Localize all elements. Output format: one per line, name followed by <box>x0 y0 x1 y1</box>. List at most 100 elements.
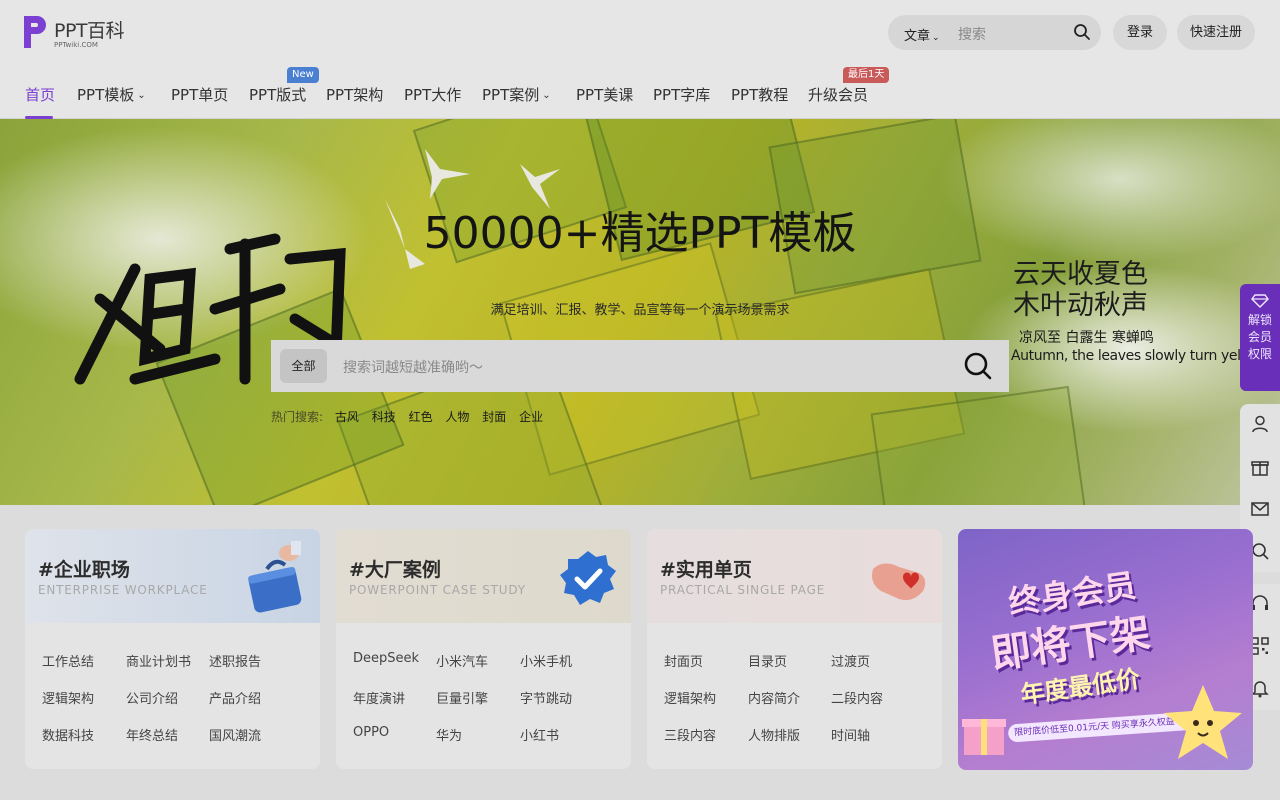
card-link[interactable]: 过渡页 <box>831 651 870 670</box>
card-subtitle: PRACTICAL SINGLE PAGE <box>660 583 826 597</box>
chevron-down-icon: ⌄ <box>542 90 551 101</box>
mail-icon[interactable] <box>1250 499 1270 519</box>
star-mascot-icon <box>1164 685 1242 759</box>
lifetime-vip-promo-banner[interactable]: 终身会员 即将下架 年度最低价 限时底价低至0.01元/天 购买享永久权益 <box>958 529 1253 770</box>
qrcode-icon[interactable] <box>1250 636 1270 656</box>
card-subtitle: POWERPOINT CASE STUDY <box>349 583 526 597</box>
card-link[interactable]: 国风潮流 <box>209 725 261 744</box>
card-title: #大厂案例 <box>349 559 441 581</box>
briefcase-icon <box>248 541 302 613</box>
category-card-cases: #大厂案例 POWERPOINT CASE STUDY DeepSeek 小米汽… <box>336 529 631 769</box>
hot-searches: 热门搜索: 古风 科技 红色 人物 封面 企业 <box>271 408 552 425</box>
nav-home[interactable]: 首页 <box>25 84 55 105</box>
nav-ppt-fonts[interactable]: PPT字库 <box>653 84 710 105</box>
card-link[interactable]: 商业计划书 <box>126 651 191 670</box>
card-link[interactable]: 年终总结 <box>126 725 178 744</box>
logo-mark-icon <box>24 16 46 48</box>
card-link[interactable]: OPPO <box>353 725 389 740</box>
card-link[interactable]: 工作总结 <box>42 651 94 670</box>
search-category-select[interactable]: 文章 ⌄ <box>904 25 940 44</box>
hero-search-bar: 全部 搜索词越短越准确哟～ <box>271 340 1009 392</box>
card-link[interactable]: 数据科技 <box>42 725 94 744</box>
unlock-vip-label: 解锁会员权限 <box>1248 313 1273 361</box>
card-link[interactable]: 内容简介 <box>748 688 800 707</box>
search-input[interactable]: 搜索 <box>958 24 986 44</box>
gift-box-icon <box>962 719 1006 755</box>
register-button[interactable]: 快速注册 <box>1177 15 1255 50</box>
hot-tag[interactable]: 红色 <box>409 410 433 424</box>
card-link[interactable]: 逻辑架构 <box>664 688 716 707</box>
logo-subtitle: PPTwiki.COM <box>54 41 98 49</box>
nav-ppt-courses[interactable]: PPT美课 <box>576 84 633 105</box>
site-header: PPT百科 PPTwiki.COM 文章 ⌄ 搜索 登录 快速注册 首页 PPT模… <box>0 0 1280 119</box>
poem-line: 云天收夏色 <box>1013 259 1148 290</box>
hot-tag[interactable]: 古风 <box>335 410 359 424</box>
bell-icon[interactable] <box>1250 678 1270 698</box>
hot-tag[interactable]: 人物 <box>445 410 469 424</box>
nav-ppt-single-page[interactable]: PPT单页 <box>171 84 228 105</box>
nav-ppt-layouts[interactable]: PPT版式 <box>249 84 306 105</box>
card-link[interactable]: 述职报告 <box>209 651 261 670</box>
headset-icon[interactable] <box>1250 594 1270 614</box>
card-link[interactable]: 巨量引擎 <box>436 688 488 707</box>
last-day-badge: 最后1天 <box>843 67 890 83</box>
hot-tag[interactable]: 封面 <box>482 410 506 424</box>
new-badge: New <box>287 67 319 83</box>
chevron-down-icon: ⌄ <box>932 33 940 43</box>
card-link[interactable]: DeepSeek <box>353 651 419 666</box>
card-link[interactable]: 华为 <box>436 725 462 744</box>
card-header[interactable]: #企业职场 ENTERPRISE WORKPLACE <box>25 529 320 623</box>
card-header[interactable]: #大厂案例 POWERPOINT CASE STUDY <box>336 529 631 623</box>
gift-icon[interactable] <box>1250 457 1270 477</box>
unlock-vip-button[interactable]: 解锁会员权限 <box>1240 284 1280 391</box>
card-link[interactable]: 公司介绍 <box>126 688 178 707</box>
search-icon[interactable] <box>1250 541 1270 561</box>
nav-upgrade-vip[interactable]: 升级会员 <box>808 84 868 105</box>
card-subtitle: ENTERPRISE WORKPLACE <box>38 583 208 597</box>
card-link[interactable]: 小红书 <box>520 725 559 744</box>
card-link[interactable]: 二段内容 <box>831 688 883 707</box>
nav-ppt-masterpieces[interactable]: PPT大作 <box>404 84 461 105</box>
card-link[interactable]: 封面页 <box>664 651 703 670</box>
hero-search-input[interactable]: 搜索词越短越准确哟～ <box>343 357 483 377</box>
nav-ppt-cases[interactable]: PPT案例 ⌄ <box>482 84 551 105</box>
logo[interactable]: PPT百科 PPTwiki.COM <box>24 14 134 54</box>
card-link[interactable]: 字节跳动 <box>520 688 572 707</box>
category-card-single-page: #实用单页 PRACTICAL SINGLE PAGE 封面页 目录页 过渡页 … <box>647 529 942 769</box>
card-link[interactable]: 产品介绍 <box>209 688 261 707</box>
verified-badge-icon <box>560 551 616 605</box>
chevron-down-icon: ⌄ <box>137 90 146 101</box>
card-link[interactable]: 小米手机 <box>520 651 572 670</box>
diamond-icon <box>1251 294 1269 308</box>
search-icon[interactable] <box>963 351 993 381</box>
search-icon[interactable] <box>1073 23 1091 41</box>
hero-poem: 云天收夏色 木叶动秋声 凉风至 白露生 寒蝉鸣 Autumn, the leav… <box>1011 259 1267 364</box>
login-button[interactable]: 登录 <box>1113 15 1167 50</box>
nav-ppt-tutorials[interactable]: PPT教程 <box>731 84 788 105</box>
card-link[interactable]: 时间轴 <box>831 725 870 744</box>
hot-searches-label: 热门搜索: <box>271 410 324 424</box>
nav-ppt-templates[interactable]: PPT模板 ⌄ <box>77 84 146 105</box>
user-icon[interactable] <box>1250 414 1270 434</box>
hero-search-category[interactable]: 全部 <box>280 349 327 383</box>
hero-banner: 50000+精选PPT模板 满足培训、汇报、教学、品宣等每一个演示场景需求 全部… <box>0 119 1280 505</box>
card-link[interactable]: 人物排版 <box>748 725 800 744</box>
card-title: #实用单页 <box>660 559 752 581</box>
hot-tag[interactable]: 科技 <box>372 410 396 424</box>
card-link[interactable]: 目录页 <box>748 651 787 670</box>
card-header[interactable]: #实用单页 PRACTICAL SINGLE PAGE <box>647 529 942 623</box>
poem-english: Autumn, the leaves slowly turn yellow. <box>1011 348 1267 364</box>
hot-tag[interactable]: 企业 <box>519 410 543 424</box>
card-link[interactable]: 年度演讲 <box>353 688 405 707</box>
poem-line: 木叶动秋声 <box>1013 290 1148 321</box>
card-title: #企业职场 <box>38 559 130 581</box>
logo-title: PPT百科 <box>54 20 125 42</box>
category-card-enterprise: #企业职场 ENTERPRISE WORKPLACE 工作总结 商业计划书 述职… <box>25 529 320 769</box>
main-nav: 首页 PPT模板 ⌄ PPT单页 PPT版式 PPT架构 PPT大作 PPT案例 ⌄… <box>0 67 900 119</box>
card-link[interactable]: 逻辑架构 <box>42 688 94 707</box>
card-link[interactable]: 小米汽车 <box>436 651 488 670</box>
hero-title: 50000+精选PPT模板 <box>423 208 857 259</box>
poem-terms: 凉风至 白露生 寒蝉鸣 <box>1019 330 1154 346</box>
card-link[interactable]: 三段内容 <box>664 725 716 744</box>
nav-ppt-architecture[interactable]: PPT架构 <box>326 84 383 105</box>
